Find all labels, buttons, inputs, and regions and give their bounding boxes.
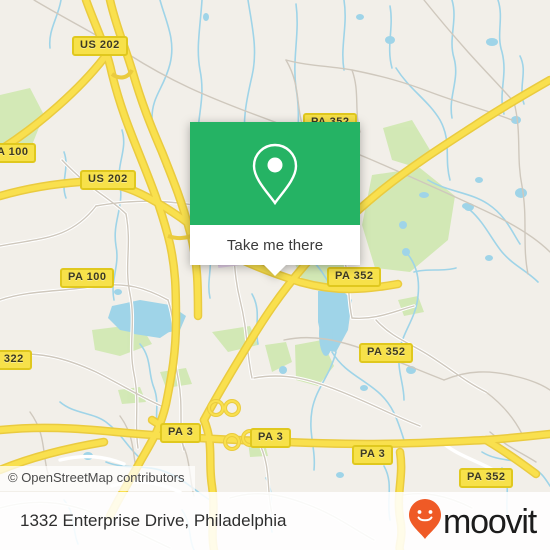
location-callout[interactable]: Take me there (190, 122, 360, 276)
callout-image-area (190, 122, 360, 225)
footer-bar: 1332 Enterprise Drive, Philadelphia moov… (0, 492, 550, 550)
map-attribution[interactable]: © OpenStreetMap contributors (0, 466, 195, 492)
road-shield: PA 3 (250, 428, 292, 448)
road-shield: PA 352 (459, 468, 514, 488)
road-shield: PA 3 (352, 445, 394, 465)
moovit-pin-logo-icon (408, 498, 442, 545)
road-shield: PA 352 (327, 267, 382, 287)
road-shield: US 202 (72, 36, 128, 56)
road-shield: US 202 (80, 170, 136, 190)
road-shield: US 322 (0, 350, 32, 370)
moovit-logo[interactable]: moovit (408, 498, 537, 545)
map-pin-icon (248, 141, 302, 207)
callout-action-bar[interactable]: Take me there (190, 225, 360, 276)
road-shield: PA 100 (60, 268, 115, 288)
callout-pointer-tail (264, 265, 286, 276)
road-shield: PA 352 (359, 343, 414, 363)
road-shield: PA 3 (160, 423, 202, 443)
take-me-there-label: Take me there (226, 236, 324, 254)
road-shield: PA 100 (0, 143, 37, 163)
map-screenshot: US 202 US 202 PA 100 PA 352 PA 352 PA 352 PA 3… (0, 0, 550, 550)
address-label: 1332 Enterprise Drive, Philadelphia (20, 511, 287, 530)
moovit-wordmark: moovit (443, 503, 537, 541)
